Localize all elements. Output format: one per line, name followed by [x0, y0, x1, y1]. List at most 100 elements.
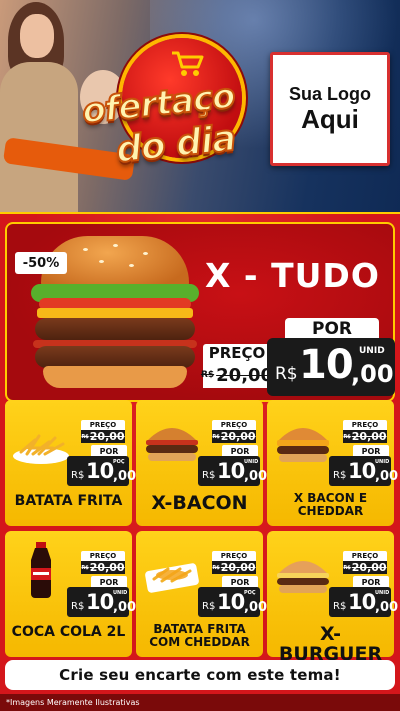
offers-panel: -50% X - TUDO PREÇO R$ 20,00 POR R$ 10 UN…	[0, 214, 400, 694]
price-decimal: ,00	[113, 469, 137, 484]
product-price: R$ 10 UNID ,00	[329, 587, 398, 617]
price-currency: R$	[71, 470, 85, 481]
cheese	[37, 308, 193, 318]
price-decimal: ,00	[375, 469, 399, 484]
ofertaco-badge: ofertaço do dia	[79, 28, 264, 178]
sesame-seed	[129, 264, 134, 267]
price-integer: 10	[217, 590, 245, 614]
product-name: COCA COLA 2L	[11, 624, 126, 640]
cta-banner[interactable]: Crie seu encarte com este tema!	[5, 660, 395, 690]
old-currency: R$	[343, 433, 351, 440]
preco-label: PREÇO	[343, 420, 387, 430]
price-unit: POÇ	[244, 590, 256, 596]
preco-label: PREÇO	[212, 551, 256, 561]
patty	[35, 346, 195, 368]
burger-icon	[146, 428, 198, 461]
old-currency: R$	[81, 433, 89, 440]
product-card-batata-frita[interactable]: PREÇO R$ 20,00 POR R$ 10 POÇ ,00 BATATA F…	[5, 400, 136, 526]
sesame-seed	[99, 260, 104, 263]
shopper-face	[20, 14, 54, 58]
old-price-value: 20,00	[216, 364, 274, 386]
price-currency: R$	[275, 364, 298, 384]
burger-icon	[277, 561, 329, 593]
old-price: R$ 20,00	[200, 362, 274, 388]
preco-label: PREÇO	[81, 420, 125, 430]
old-currency: R$	[343, 564, 351, 571]
patty	[35, 318, 195, 340]
old-price: R$ 20,00	[343, 561, 387, 574]
old-price: R$ 20,00	[343, 430, 387, 443]
product-grid: PREÇO R$ 20,00 POR R$ 10 POÇ ,00 BATATA F…	[5, 400, 398, 664]
disclaimer: *Imagens Meramente Ilustrativas	[0, 694, 400, 711]
price-currency: R$	[202, 470, 216, 481]
product-name: BATATA FRITA	[14, 493, 123, 509]
price-unit: UNID	[359, 346, 385, 356]
price-integer: 10	[217, 459, 245, 483]
price-integer: 10	[348, 459, 376, 483]
price-decimal: ,00	[351, 360, 394, 388]
price-decimal: ,00	[375, 600, 399, 615]
product-name: X BACON E CHEDDAR	[293, 491, 368, 518]
old-price-value: 20,00	[220, 561, 256, 574]
logo-line-1: Sua Logo	[289, 83, 371, 104]
old-price-value: 20,00	[351, 430, 387, 443]
discount-tag: -50%	[15, 252, 67, 274]
old-price-value: 20,00	[89, 430, 125, 443]
preco-label: PREÇO	[203, 344, 271, 362]
bun-bottom	[43, 366, 187, 388]
old-currency: R$	[81, 564, 89, 571]
price-currency: R$	[333, 470, 347, 481]
preco-label: PREÇO	[212, 420, 256, 430]
price-integer: 10	[86, 459, 114, 483]
price-currency: R$	[71, 601, 85, 612]
logo-placeholder[interactable]: Sua Logo Aqui	[270, 52, 390, 166]
price-integer: 10	[299, 342, 354, 388]
por-label: POR	[285, 318, 379, 340]
product-card-x-bacon[interactable]: PREÇO R$ 20,00 POR R$ 10 UNID ,00 X-BACON	[136, 400, 267, 526]
old-currency: R$	[212, 433, 220, 440]
product-card-x-bacon-cheddar[interactable]: PREÇO R$ 20,00 POR R$ 10 UNID ,00 X BACON…	[267, 400, 398, 526]
price-integer: 10	[348, 590, 376, 614]
price-currency: R$	[333, 601, 347, 612]
product-price: R$ 10 UNID ,00	[329, 456, 398, 486]
old-price: R$ 20,00	[81, 561, 125, 574]
old-price: R$ 20,00	[212, 430, 256, 443]
burger-icon	[277, 428, 329, 462]
fries-icon	[13, 434, 69, 464]
old-price-value: 20,00	[89, 561, 125, 574]
old-price: R$ 20,00	[212, 561, 256, 574]
price-decimal: ,00	[244, 600, 268, 615]
old-currency: R$	[200, 370, 215, 380]
logo-line-2: Aqui	[301, 103, 359, 134]
price-currency: R$	[202, 601, 216, 612]
product-name: BATATA FRITA COM CHEDDAR	[149, 622, 250, 649]
price-decimal: ,00	[113, 600, 137, 615]
preco-label: PREÇO	[343, 551, 387, 561]
old-currency: R$	[212, 564, 220, 571]
header-banner: ofertaço do dia Sua Logo Aqui	[0, 0, 400, 214]
product-name: X-BURGUER	[278, 623, 383, 665]
cart-icon	[172, 51, 204, 76]
price-unit: POÇ	[113, 459, 125, 465]
product-price: R$ 10 POÇ ,00	[198, 587, 267, 617]
featured-product[interactable]: -50% X - TUDO PREÇO R$ 20,00 POR R$ 10 UN…	[5, 222, 395, 402]
sesame-seed	[83, 248, 88, 251]
price-unit: UNID	[113, 590, 128, 596]
sesame-seed	[143, 252, 148, 255]
product-card-x-burguer[interactable]: PREÇO R$ 20,00 POR R$ 10 UNID ,00 X-BURGU…	[267, 531, 398, 664]
price-decimal: ,00	[244, 469, 268, 484]
featured-title: X - TUDO	[205, 256, 380, 295]
product-price: R$ 10 POÇ ,00	[67, 456, 136, 486]
old-price: R$ 20,00	[81, 430, 125, 443]
price-integer: 10	[86, 590, 114, 614]
product-card-coca-cola[interactable]: PREÇO R$ 20,00 POR R$ 10 UNID ,00 COCA CO…	[5, 531, 136, 657]
price-unit: UNID	[244, 459, 259, 465]
preco-label: PREÇO	[81, 551, 125, 561]
price-unit: UNID	[375, 459, 390, 465]
sesame-seed	[113, 244, 118, 247]
product-card-batata-cheddar[interactable]: PREÇO R$ 20,00 POR R$ 10 POÇ ,00 BATATA F…	[136, 531, 267, 657]
soda-bottle-icon	[31, 542, 51, 598]
product-price: R$ 10 UNID ,00	[67, 587, 136, 617]
product-name: X-BACON	[151, 492, 248, 514]
old-price-value: 20,00	[351, 561, 387, 574]
